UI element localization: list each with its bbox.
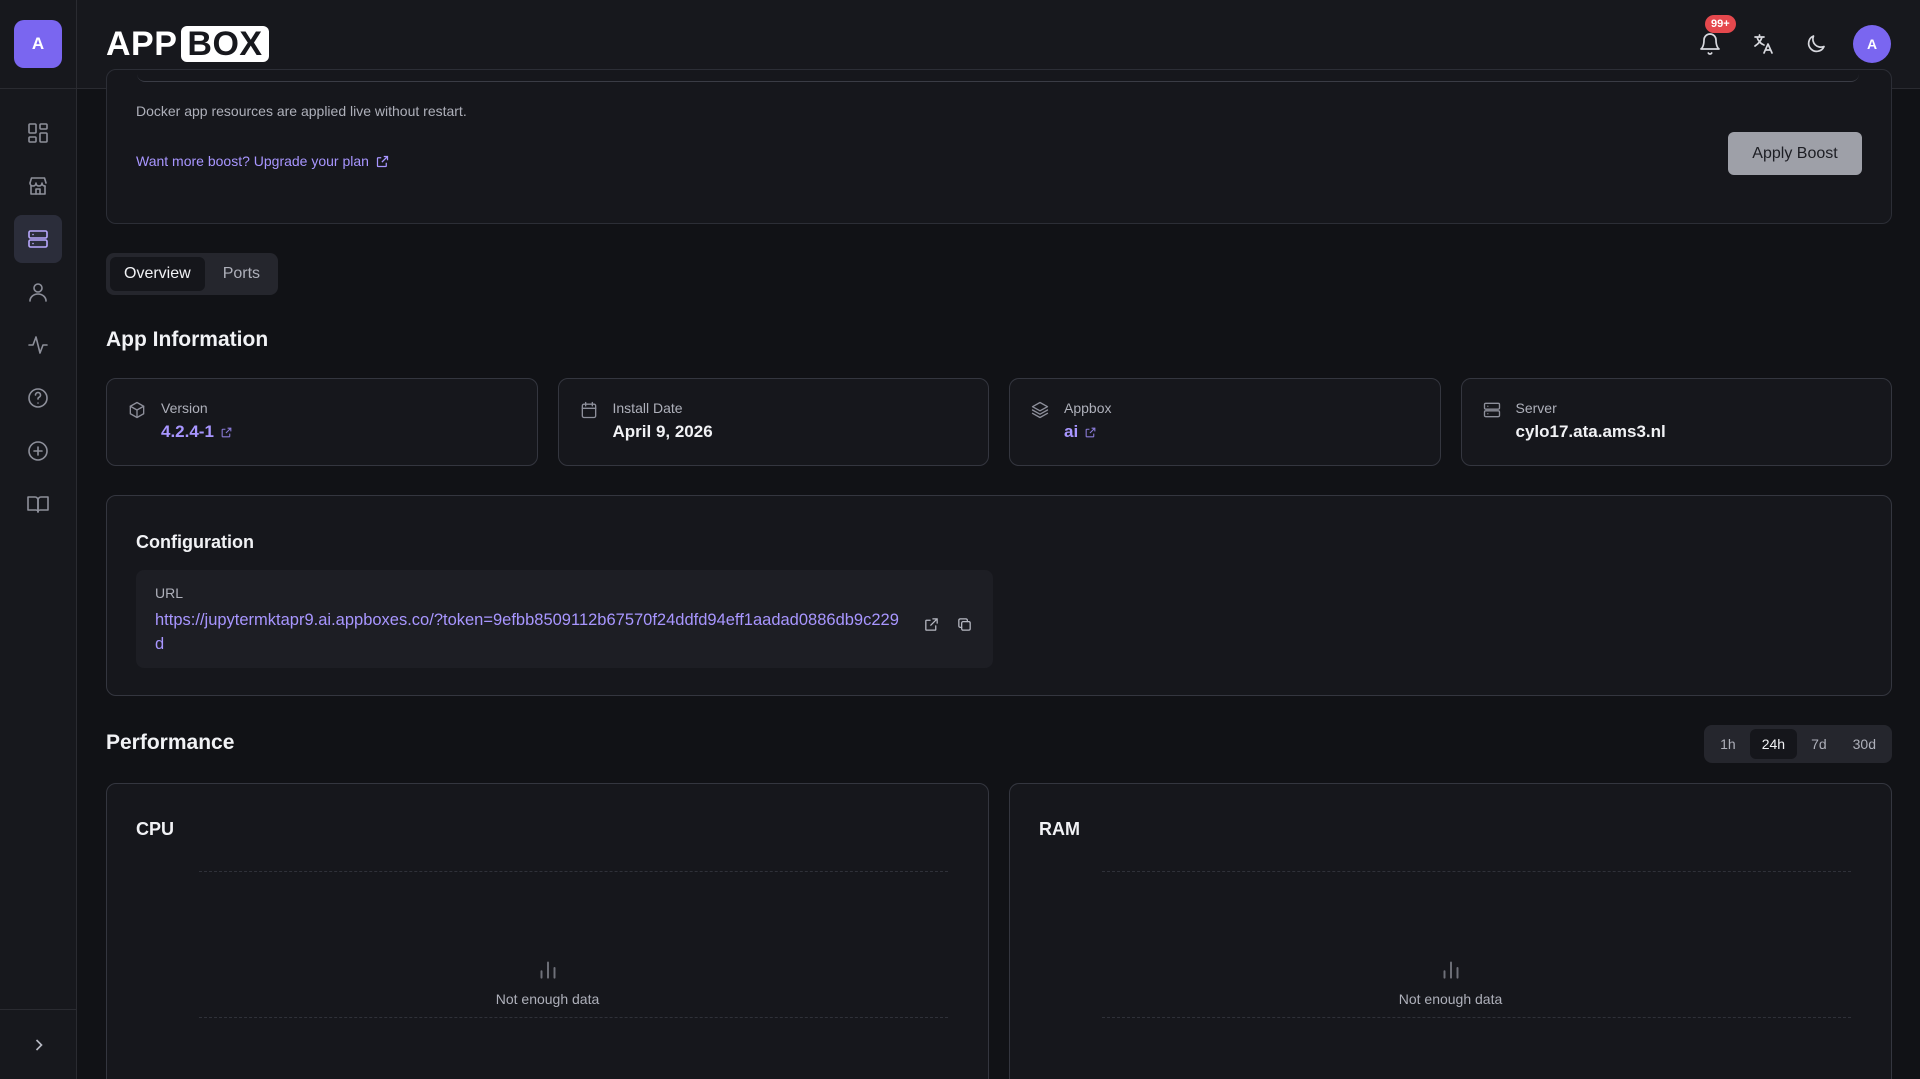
sidebar-header: A xyxy=(0,0,76,89)
notification-badge: 99+ xyxy=(1705,15,1736,33)
version-card: Version 4.2.4-1 xyxy=(106,378,538,466)
cpu-empty-text: Not enough data xyxy=(495,991,600,1007)
logo-box-text: BOX xyxy=(181,26,269,62)
book-icon xyxy=(27,496,49,513)
app-logo[interactable]: APP BOX xyxy=(106,25,269,64)
workspace-avatar[interactable]: A xyxy=(14,20,62,68)
bar-chart-icon xyxy=(1443,961,1458,979)
cpu-chart-card: CPU Not enough data xyxy=(106,783,989,1079)
chevron-right-icon xyxy=(35,1038,43,1051)
external-link-icon xyxy=(221,427,232,437)
add-circle-icon xyxy=(28,441,48,461)
theme-toggle-button[interactable] xyxy=(1800,28,1832,60)
tab-ports[interactable]: Ports xyxy=(209,257,274,291)
configuration-card: Configuration URL https://jupytermktapr9… xyxy=(106,495,1892,696)
external-link-icon xyxy=(1085,427,1096,437)
server-icon xyxy=(1483,402,1500,418)
url-label: URL xyxy=(155,585,184,601)
ram-empty-state: Not enough data xyxy=(1010,956,1891,1007)
chart-gridline xyxy=(199,871,948,872)
range-30d[interactable]: 30d xyxy=(1841,729,1888,759)
bell-icon xyxy=(1700,33,1720,55)
logo-app-text: APP xyxy=(106,24,178,63)
time-range-selector: 1h 24h 7d 30d xyxy=(1704,725,1892,763)
version-label: Version xyxy=(161,400,208,416)
ram-chart-card: RAM Not enough data xyxy=(1009,783,1892,1079)
header-actions: 99+ A xyxy=(1694,15,1891,63)
sidebar-item-help[interactable] xyxy=(14,374,62,422)
sidebar-item-add[interactable] xyxy=(14,427,62,475)
range-24h[interactable]: 24h xyxy=(1749,729,1798,759)
performance-title: Performance xyxy=(106,731,235,754)
external-link-icon xyxy=(376,155,389,167)
install-date-card: Install Date April 9, 2026 xyxy=(557,378,989,466)
app-information-title: App Information xyxy=(106,328,269,351)
tab-bar: Overview Ports xyxy=(106,253,279,295)
sidebar-item-docs[interactable] xyxy=(14,480,62,528)
open-external-icon[interactable] xyxy=(923,616,940,633)
cpu-empty-state: Not enough data xyxy=(107,956,988,1007)
app-info-cards: Version 4.2.4-1 Install Date April 9, 20… xyxy=(106,378,1892,466)
translate-icon xyxy=(1754,34,1773,54)
sidebar-item-dashboard[interactable] xyxy=(14,109,62,157)
layers-icon xyxy=(1031,401,1049,419)
calendar-icon xyxy=(581,401,596,419)
upgrade-link-text: Want more boost? Upgrade your plan xyxy=(136,153,369,169)
range-7d[interactable]: 7d xyxy=(1799,729,1839,759)
chart-gridline xyxy=(1102,871,1851,872)
tab-overview[interactable]: Overview xyxy=(110,257,205,291)
appbox-link[interactable]: ai xyxy=(1064,422,1111,442)
help-icon xyxy=(28,388,48,408)
package-icon xyxy=(129,401,145,419)
sidebar-item-store[interactable] xyxy=(14,162,62,210)
version-link[interactable]: 4.2.4-1 xyxy=(161,422,233,442)
moon-icon xyxy=(1807,35,1825,53)
url-box: URL https://jupytermktapr9.ai.appboxes.c… xyxy=(136,570,993,668)
server-icon xyxy=(28,230,48,248)
install-date-value: April 9, 2026 xyxy=(612,422,713,441)
configuration-title: Configuration xyxy=(136,532,254,552)
chart-gridline xyxy=(1102,1017,1851,1018)
chart-gridline xyxy=(199,1017,948,1018)
url-actions xyxy=(923,616,973,633)
dashboard-icon xyxy=(28,123,48,143)
language-button[interactable] xyxy=(1747,28,1779,60)
server-value: cylo17.ata.ams3.nl xyxy=(1515,422,1666,441)
ram-chart-title: RAM xyxy=(1039,819,1080,839)
store-icon xyxy=(29,177,47,195)
performance-charts: CPU Not enough data RAM Not enough data xyxy=(106,783,1892,1079)
cpu-chart-title: CPU xyxy=(136,819,175,839)
sidebar-item-account[interactable] xyxy=(14,268,62,316)
server-card: Server cylo17.ata.ams3.nl xyxy=(1460,378,1892,466)
appbox-label: Appbox xyxy=(1064,400,1112,416)
apply-boost-button[interactable]: Apply Boost xyxy=(1728,132,1862,175)
sidebar: A xyxy=(0,0,77,1079)
boost-slider-edge xyxy=(137,70,1859,82)
sidebar-item-apps[interactable] xyxy=(14,215,62,263)
version-value: 4.2.4-1 xyxy=(161,422,214,441)
range-1h[interactable]: 1h xyxy=(1708,729,1748,759)
user-icon xyxy=(29,283,47,302)
sidebar-nav xyxy=(0,89,76,528)
activity-icon xyxy=(28,336,48,354)
appbox-card: Appbox ai xyxy=(1009,378,1441,466)
copy-icon[interactable] xyxy=(956,616,973,633)
notifications-button[interactable]: 99+ xyxy=(1694,15,1736,60)
bar-chart-icon xyxy=(540,961,555,979)
appbox-value: ai xyxy=(1064,422,1079,441)
boost-card: Docker app resources are applied live wi… xyxy=(106,69,1892,224)
ram-empty-text: Not enough data xyxy=(1398,991,1503,1007)
boost-note: Docker app resources are applied live wi… xyxy=(136,103,467,119)
sidebar-expand-button[interactable] xyxy=(0,1009,77,1079)
user-avatar[interactable]: A xyxy=(1853,25,1891,63)
url-link[interactable]: https://jupytermktapr9.ai.appboxes.co/?t… xyxy=(155,608,900,656)
server-label: Server xyxy=(1515,400,1557,416)
sidebar-item-activity[interactable] xyxy=(14,321,62,369)
upgrade-plan-link[interactable]: Want more boost? Upgrade your plan xyxy=(136,153,390,169)
install-date-label: Install Date xyxy=(612,400,683,416)
